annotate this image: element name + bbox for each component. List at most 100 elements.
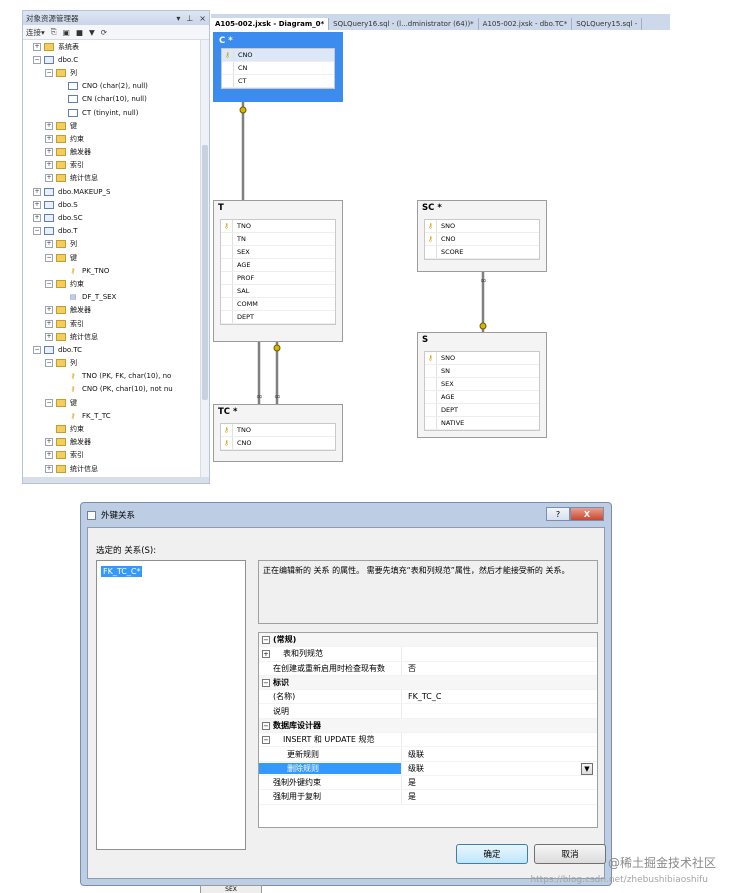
tree-node[interactable]: ⚷ TNO (PK, FK, char(10), no xyxy=(23,370,209,383)
collapse-icon[interactable]: − xyxy=(262,736,270,745)
connect-button[interactable]: 连接▾ xyxy=(26,27,45,38)
tree-node[interactable]: + 统计信息 xyxy=(23,462,209,475)
tree-node[interactable]: CNO (char(2), null) xyxy=(23,80,209,93)
tree-node[interactable]: + 系统表 xyxy=(23,40,209,53)
property-value[interactable]: 是 xyxy=(401,790,597,804)
expander-icon[interactable]: + xyxy=(45,438,53,447)
column-row[interactable]: ⚷ SNO xyxy=(425,352,539,365)
property-row[interactable]: 更新规则 级联 xyxy=(259,747,597,762)
column-row[interactable]: ⚷ CNO xyxy=(222,49,334,62)
property-value[interactable]: FK_TC_C xyxy=(401,690,597,704)
close-button[interactable]: X xyxy=(570,507,604,521)
expander-icon[interactable]: + xyxy=(45,451,53,460)
column-row[interactable]: ⚷ TNO xyxy=(221,424,335,437)
property-row[interactable]: (名称) FK_TC_C xyxy=(259,690,597,705)
property-row[interactable]: + 表和列规范 xyxy=(259,647,597,662)
relation-item[interactable]: FK_TC_C* xyxy=(101,566,143,577)
column-row[interactable]: SEX xyxy=(425,378,539,391)
property-row[interactable]: − INSERT 和 UPDATE 规范 xyxy=(259,733,597,748)
property-grid[interactable]: − (常规) + 表和列规范 在创建或重新启用时检查现有数 否 − 标识 (名称) FK_TC_C… xyxy=(258,632,598,828)
close-icon[interactable]: × xyxy=(199,14,206,23)
column-row[interactable]: TN xyxy=(221,233,335,246)
diagram-canvas[interactable]: ∞ ∞ ∞ C * ⚷ CNO CN CT T ⚷ TNO TN SEX AGE PROF SAL COMM D… xyxy=(211,30,670,480)
expander-icon[interactable]: + xyxy=(33,187,41,196)
ok-button[interactable]: 确定 xyxy=(456,844,528,864)
expander-icon[interactable]: + xyxy=(45,161,53,170)
property-value[interactable] xyxy=(401,704,597,718)
tree-node[interactable]: + dbo.SC xyxy=(23,211,209,224)
column-row[interactable]: COMM xyxy=(221,298,335,311)
column-row[interactable]: SEX xyxy=(221,246,335,259)
table-sc-box[interactable]: SC * ⚷ SNO ⚷ CNO SCORE xyxy=(417,200,547,272)
expander-icon[interactable]: − xyxy=(33,55,41,64)
document-tab[interactable]: SQLQuery16.sql - (l...dministrator (64))… xyxy=(329,18,479,30)
property-value[interactable]: 级联 xyxy=(401,747,597,761)
expander-icon[interactable]: + xyxy=(45,148,53,157)
collapse-icon[interactable]: − xyxy=(262,636,270,644)
expander-icon[interactable]: − xyxy=(33,227,41,236)
expander-icon[interactable]: − xyxy=(45,398,53,407)
column-row[interactable]: ⚷ CNO xyxy=(425,233,539,246)
column-row[interactable]: SCORE xyxy=(425,246,539,259)
property-row[interactable]: 强制用于复制 是 xyxy=(259,790,597,805)
property-row[interactable]: 说明 xyxy=(259,704,597,719)
expand-icon[interactable]: + xyxy=(262,650,270,659)
tree-node[interactable]: + 触发器 xyxy=(23,146,209,159)
collapse-icon[interactable]: − xyxy=(262,721,270,730)
column-grid[interactable]: ⚷ TNO ⚷ CNO xyxy=(220,423,336,451)
connect-icon[interactable]: ⎘ xyxy=(51,27,57,37)
expander-icon[interactable]: + xyxy=(45,121,53,130)
expander-icon[interactable]: + xyxy=(45,464,53,473)
expander-icon[interactable]: + xyxy=(45,240,53,249)
pin-icon[interactable]: ⊥ xyxy=(186,14,193,23)
expander-icon[interactable]: − xyxy=(45,359,53,368)
document-tab[interactable]: SQLQuery15.sql - xyxy=(572,18,643,30)
tree-node[interactable]: + dbo.S xyxy=(23,198,209,211)
expander-icon[interactable]: + xyxy=(45,174,53,183)
column-row[interactable]: CT xyxy=(222,75,334,88)
object-explorer-scrollbar[interactable] xyxy=(200,40,209,483)
expander-icon[interactable]: + xyxy=(33,42,41,51)
table-s-box[interactable]: S ⚷ SNO SN SEX AGE DEPT NATIVE xyxy=(417,332,547,438)
horizontal-scrollbar[interactable] xyxy=(23,477,209,483)
tree-node[interactable]: + 约束 xyxy=(23,132,209,145)
scrollbar-thumb[interactable] xyxy=(202,145,208,400)
property-row[interactable]: 删除规则 级联 ▼ xyxy=(259,761,597,776)
column-row[interactable]: ⚷ TNO xyxy=(221,220,335,233)
expander-icon[interactable]: + xyxy=(33,200,41,209)
help-button[interactable]: ? xyxy=(546,507,570,521)
column-row[interactable]: ⚷ SNO xyxy=(425,220,539,233)
expander-icon[interactable]: + xyxy=(45,319,53,328)
tree-node[interactable]: − 键 xyxy=(23,251,209,264)
tree-node[interactable]: CT (tinyint, null) xyxy=(23,106,209,119)
property-value[interactable] xyxy=(401,647,597,661)
expander-icon[interactable]: − xyxy=(45,253,53,262)
column-row[interactable]: DEPT xyxy=(221,311,335,324)
tree-node[interactable]: + 索引 xyxy=(23,449,209,462)
property-category[interactable]: − 标识 xyxy=(259,675,597,691)
tree-node[interactable]: − 键 xyxy=(23,396,209,409)
column-row[interactable]: SAL xyxy=(221,285,335,298)
table-t-box[interactable]: T ⚷ TNO TN SEX AGE PROF SAL COMM DEPT xyxy=(213,200,343,342)
column-grid[interactable]: ⚷ SNO SN SEX AGE DEPT NATIVE xyxy=(424,351,540,431)
expander-icon[interactable]: − xyxy=(33,345,41,354)
tree-node[interactable]: − 列 xyxy=(23,66,209,79)
tree-node[interactable]: − 约束 xyxy=(23,277,209,290)
tree-node[interactable]: ⚷ PK_TNO xyxy=(23,264,209,277)
table-tc-box[interactable]: TC * ⚷ TNO ⚷ CNO xyxy=(213,404,343,462)
cancel-button[interactable]: 取消 xyxy=(534,844,606,864)
tree-node[interactable]: − dbo.C xyxy=(23,53,209,66)
property-category[interactable]: − (常规) xyxy=(259,633,597,648)
filter-icon[interactable]: ▼ xyxy=(89,28,95,37)
expander-icon[interactable]: − xyxy=(45,279,53,288)
document-tab[interactable]: A105-002.jxsk - Diagram_0* xyxy=(211,18,330,30)
tree-node[interactable]: + 统计信息 xyxy=(23,172,209,185)
tree-node[interactable]: + 键 xyxy=(23,119,209,132)
column-row[interactable]: ⚷ CNO xyxy=(221,437,335,450)
tree-node[interactable]: + 索引 xyxy=(23,317,209,330)
disconnect-icon[interactable]: ▣ xyxy=(63,28,70,37)
tree-node[interactable]: − dbo.T xyxy=(23,225,209,238)
tree-node[interactable]: + 触发器 xyxy=(23,436,209,449)
property-category[interactable]: − 数据库设计器 xyxy=(259,718,597,734)
property-value[interactable] xyxy=(401,733,597,747)
